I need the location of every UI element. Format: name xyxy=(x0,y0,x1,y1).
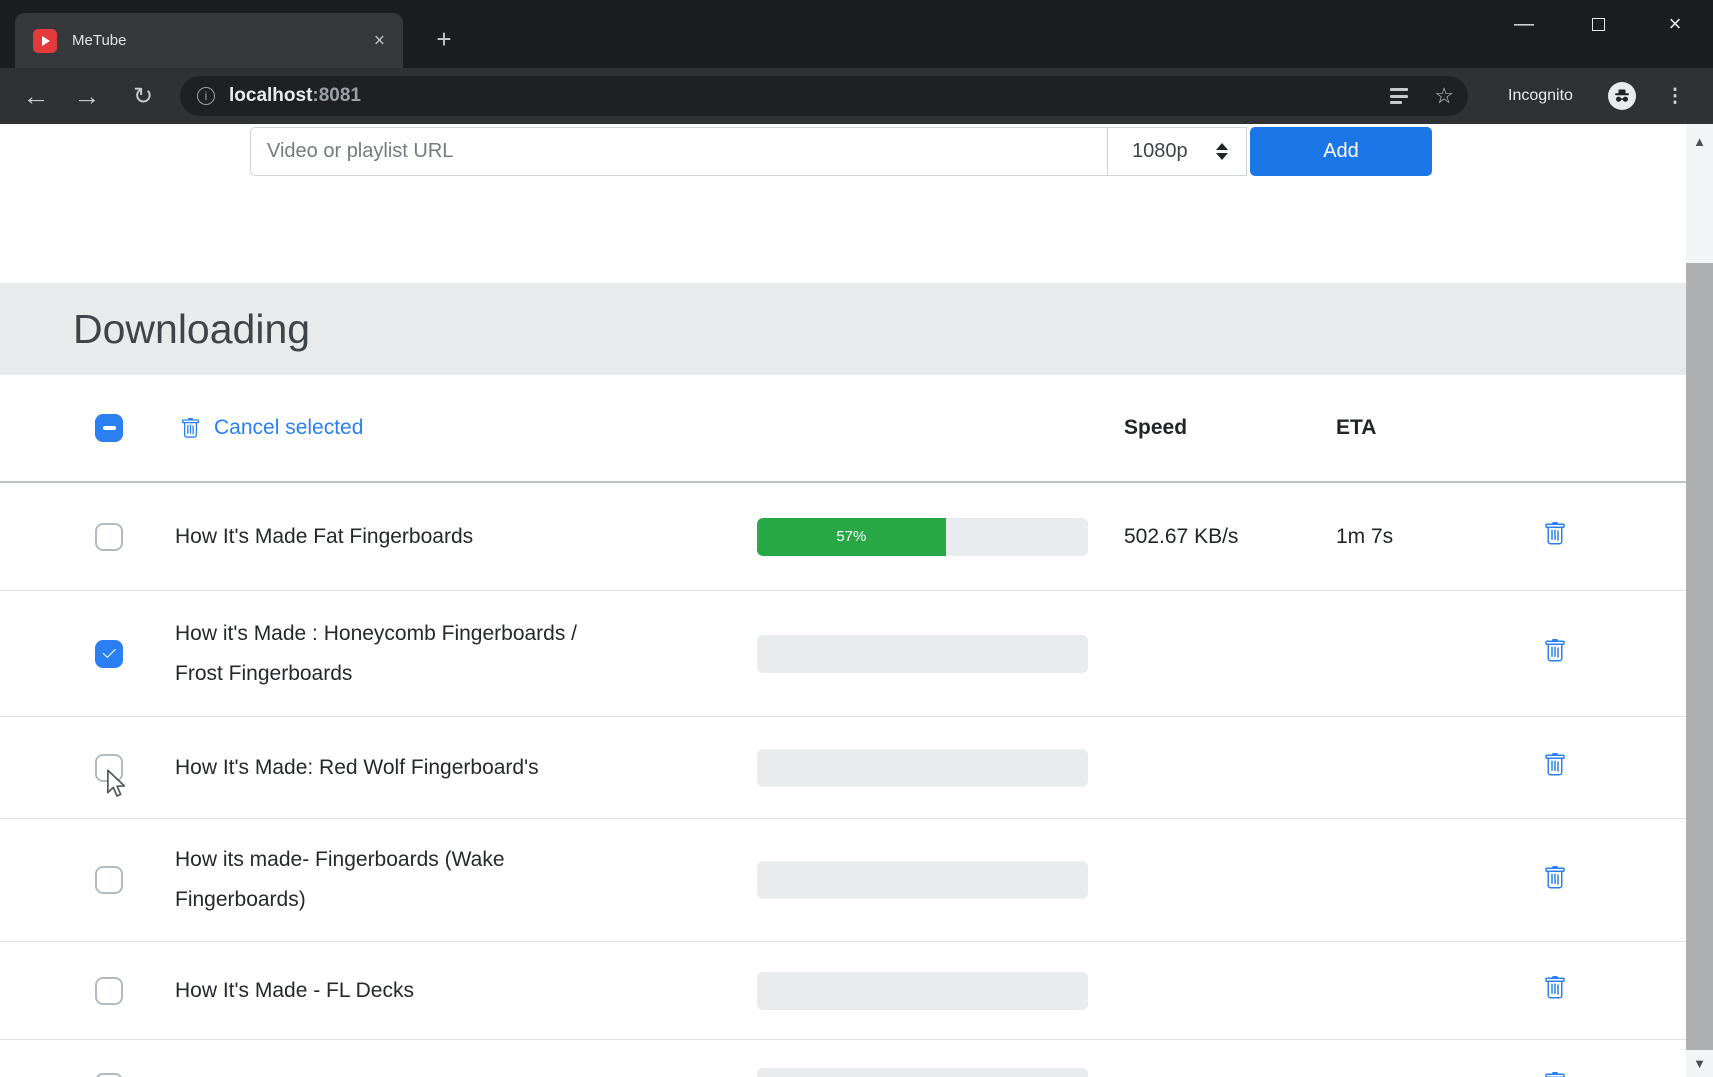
metube-favicon-icon xyxy=(33,29,57,53)
speed-value: 502.67 KB/s xyxy=(1124,525,1336,549)
new-tab-button[interactable]: + xyxy=(430,26,458,54)
window-close-button[interactable]: × xyxy=(1661,10,1689,38)
bookmark-star-icon[interactable]: ☆ xyxy=(1434,85,1454,107)
row-checkbox[interactable] xyxy=(95,523,123,551)
metube-page: 1080p Add Downloading Cancel selected Sp… xyxy=(0,124,1713,1077)
download-title: How It's Made Fat Fingerboards xyxy=(175,517,757,557)
scrollbar-up-icon[interactable]: ▲ xyxy=(1686,134,1713,149)
download-title: How It's Made - FL Decks xyxy=(175,971,757,1011)
download-title: How it's Made : Honeycomb Fingerboards /… xyxy=(175,614,757,694)
downloads-table: Cancel selected Speed ETA How It's Made … xyxy=(0,375,1686,1077)
browser-window: MeTube × + — × ← → ↻ i localhost:8081 ☆ … xyxy=(0,0,1713,1077)
progress-bar xyxy=(757,635,1088,673)
download-title: How It's Made: Red Wolf Fingerboard's xyxy=(175,748,757,788)
site-info-icon[interactable]: i xyxy=(197,87,215,105)
back-button[interactable]: ← xyxy=(18,68,54,124)
row-checkbox[interactable] xyxy=(95,866,123,894)
download-row: How It's Made - FL Decks xyxy=(0,941,1686,1039)
downloading-section-header: Downloading xyxy=(0,283,1686,375)
incognito-label: Incognito xyxy=(1508,68,1573,124)
browser-menu-icon[interactable]: ⋮ xyxy=(1666,68,1684,124)
trash-icon xyxy=(180,418,201,439)
download-row xyxy=(0,1039,1686,1077)
download-title: How its made- Fingerboards (WakeFingerbo… xyxy=(175,840,757,920)
select-all-checkbox[interactable] xyxy=(95,414,123,442)
reading-list-icon[interactable] xyxy=(1390,88,1408,104)
delete-download-button[interactable] xyxy=(1543,1072,1567,1077)
progress-label: 57% xyxy=(836,528,866,545)
incognito-avatar-icon[interactable] xyxy=(1608,82,1636,110)
progress-bar: 57% xyxy=(757,518,1088,556)
tab-title: MeTube xyxy=(72,32,126,49)
delete-download-button[interactable] xyxy=(1543,976,1567,1000)
mouse-cursor xyxy=(103,768,131,805)
window-maximize-button[interactable] xyxy=(1584,10,1612,38)
table-header-row: Cancel selected Speed ETA xyxy=(0,375,1686,483)
download-row: How its made- Fingerboards (WakeFingerbo… xyxy=(0,818,1686,941)
cancel-selected-button[interactable]: Cancel selected xyxy=(180,416,757,440)
progress-bar xyxy=(757,1068,1088,1077)
cancel-selected-label: Cancel selected xyxy=(214,416,363,440)
download-row: How It's Made Fat Fingerboards 57% 502.6… xyxy=(0,483,1686,590)
download-row: How it's Made : Honeycomb Fingerboards /… xyxy=(0,590,1686,716)
select-arrows-icon xyxy=(1216,143,1228,160)
address-bar[interactable]: i localhost:8081 ☆ xyxy=(180,76,1468,116)
page-scrollbar[interactable]: ▲ ▼ xyxy=(1686,124,1713,1077)
scrollbar-down-icon[interactable]: ▼ xyxy=(1686,1056,1713,1071)
tab-metube[interactable]: MeTube × xyxy=(15,13,403,68)
section-title: Downloading xyxy=(73,306,310,353)
tab-close-icon[interactable]: × xyxy=(374,31,385,50)
row-checkbox[interactable] xyxy=(95,977,123,1005)
speed-column-header: Speed xyxy=(1124,416,1336,440)
reload-button[interactable]: ↻ xyxy=(125,68,161,124)
quality-select[interactable]: 1080p xyxy=(1107,127,1247,176)
delete-download-button[interactable] xyxy=(1543,866,1567,890)
eta-value: 1m 7s xyxy=(1336,525,1540,549)
url-text: localhost:8081 xyxy=(229,85,361,107)
delete-download-button[interactable] xyxy=(1543,522,1567,546)
add-button[interactable]: Add xyxy=(1250,127,1432,176)
delete-download-button[interactable] xyxy=(1543,639,1567,663)
progress-bar xyxy=(757,861,1088,899)
progress-bar xyxy=(757,749,1088,787)
delete-download-button[interactable] xyxy=(1543,753,1567,777)
progress-bar xyxy=(757,972,1088,1010)
scrollbar-thumb[interactable] xyxy=(1686,263,1713,1050)
window-minimize-button[interactable]: — xyxy=(1510,10,1538,38)
tab-strip: MeTube × + — × xyxy=(0,0,1713,68)
row-checkbox[interactable] xyxy=(95,640,123,668)
row-checkbox[interactable] xyxy=(95,1073,123,1077)
video-url-input[interactable] xyxy=(250,127,1107,176)
download-row: How It's Made: Red Wolf Fingerboard's xyxy=(0,716,1686,818)
eta-column-header: ETA xyxy=(1336,416,1540,440)
forward-button[interactable]: → xyxy=(69,68,105,124)
